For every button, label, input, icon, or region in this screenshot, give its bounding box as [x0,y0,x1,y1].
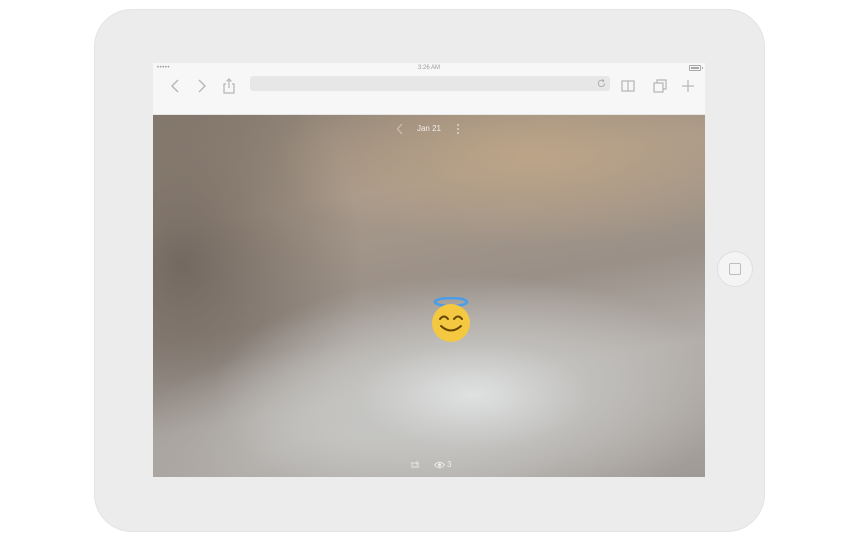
home-button[interactable] [717,251,753,287]
more-options-icon[interactable] [455,123,461,135]
back-icon[interactable] [166,76,186,96]
battery-icon [689,65,703,71]
smiling-face-with-halo-emoji [432,297,470,342]
home-button-icon [729,263,741,275]
tablet-screen: ••••• 3:26 AM Jan 21 3 [153,63,705,477]
battery-fill [691,67,699,69]
share-icon[interactable] [219,76,239,96]
story-date: Jan 21 [416,124,442,133]
tabs-icon[interactable] [650,76,670,96]
status-time: 3:26 AM [417,65,440,71]
reload-icon[interactable] [596,78,607,89]
story-view[interactable]: Jan 21 3 [153,115,705,477]
forward-icon[interactable] [191,76,211,96]
replay-icon[interactable] [409,459,421,471]
eye-icon [434,461,445,469]
bookmarks-icon[interactable] [618,76,638,96]
story-header: Jan 21 [153,122,705,136]
emoji-face [432,304,470,342]
story-footer: 3 [153,459,705,471]
browser-toolbar [153,73,705,115]
views-count: 3 [447,460,452,469]
new-tab-icon[interactable] [678,76,698,96]
chevron-left-icon[interactable] [396,123,404,135]
address-bar[interactable] [250,76,610,91]
status-bar: ••••• 3:26 AM [153,63,705,73]
